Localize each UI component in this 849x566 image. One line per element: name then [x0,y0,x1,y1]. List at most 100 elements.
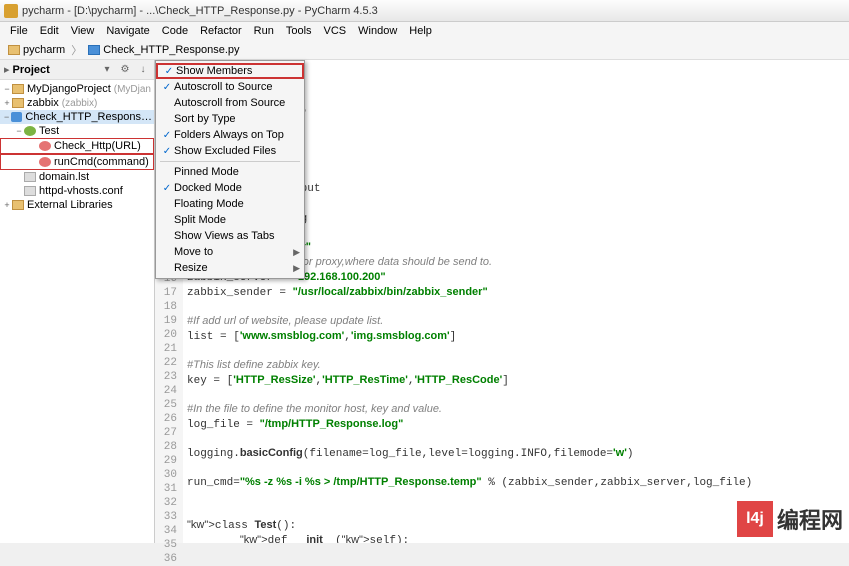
titlebar: pycharm - [D:\pycharm] - ...\Check_HTTP_… [0,0,849,22]
menu-file[interactable]: File [4,25,34,37]
tree-label: zabbix [27,97,59,109]
menubar: FileEditViewNavigateCodeRefactorRunTools… [0,22,849,40]
py-icon [11,112,22,122]
menu-label: Autoscroll from Source [174,97,300,109]
chevron-right-icon: 〉 [71,42,82,58]
tree-item[interactable]: −MyDjangoProject(MyDjan [0,82,154,96]
menu-item[interactable]: Split Mode [156,212,304,228]
menu-item[interactable]: Resize▶ [156,260,304,276]
tree-item[interactable]: httpd-vhosts.conf [0,184,154,198]
dropdown-icon[interactable]: ▾ [100,63,114,77]
file-icon [24,186,36,196]
tree-label: httpd-vhosts.conf [39,185,123,197]
menu-label: Autoscroll to Source [174,81,300,93]
expand-icon[interactable]: + [2,98,12,108]
menu-vcs[interactable]: VCS [318,25,353,37]
menu-item[interactable]: ✓Show Excluded Files [156,143,304,159]
tree-item[interactable]: − Check_HTTP_Response.py [0,110,154,124]
tree-label: Test [39,125,59,137]
breadcrumb: pycharm 〉 Check_HTTP_Response.py [0,40,849,60]
class-icon [24,126,36,136]
folder-icon [12,98,24,108]
window-title: pycharm - [D:\pycharm] - ...\Check_HTTP_… [22,5,845,17]
menu-label: Split Mode [174,214,300,226]
menu-label: Docked Mode [174,182,300,194]
main: ▸ Project ▾ ⚙ ↓ −MyDjangoProject(MyDjan+… [0,60,849,543]
tree-label: Check_HTTP_Response.py [25,111,152,123]
menu-label: Floating Mode [174,198,300,210]
check-icon: ✓ [160,146,174,157]
menu-edit[interactable]: Edit [34,25,65,37]
folder-icon [12,84,24,94]
watermark: l4j 编程网 [737,501,843,537]
menu-item[interactable]: Autoscroll from Source [156,95,304,111]
menu-label: Resize [174,262,293,274]
expand-icon[interactable]: − [2,112,11,122]
menu-run[interactable]: Run [248,25,280,37]
menu-help[interactable]: Help [403,25,438,37]
expand-icon[interactable]: − [2,84,12,94]
menu-item[interactable]: Pinned Mode [156,164,304,180]
menu-label: Folders Always on Top [174,129,300,141]
file-icon [88,45,100,55]
folder-icon [8,45,20,55]
project-sidebar: ▸ Project ▾ ⚙ ↓ −MyDjangoProject(MyDjan+… [0,60,155,543]
menu-label: Show Members [176,65,298,77]
gear-icon[interactable]: ⚙ [118,63,132,77]
menu-item[interactable]: ✓Folders Always on Top [156,127,304,143]
check-icon: ✓ [160,130,174,141]
tree-label: runCmd(command) [54,156,149,168]
minimize-icon[interactable]: ↓ [136,63,150,77]
menu-item[interactable]: ✓Autoscroll to Source [156,79,304,95]
check-icon: ✓ [160,183,174,194]
menu-item[interactable]: Floating Mode [156,196,304,212]
sidebar-header: ▸ Project ▾ ⚙ ↓ [0,60,154,80]
file-icon [24,172,36,182]
breadcrumb-item[interactable]: Check_HTTP_Response.py [84,44,243,56]
menu-item[interactable]: ✓Show Members [156,63,304,79]
tree-label: domain.lst [39,171,89,183]
menu-window[interactable]: Window [352,25,403,37]
watermark-text: 编程网 [777,503,843,535]
menu-code[interactable]: Code [156,25,194,37]
menu-item[interactable]: Move to▶ [156,244,304,260]
menu-label: Sort by Type [174,113,300,125]
menu-item[interactable]: ✓Docked Mode [156,180,304,196]
tree-item[interactable]: + External Libraries [0,198,154,212]
menu-label: Show Excluded Files [174,145,300,157]
tree-item[interactable]: Check_Http(URL) [0,138,154,154]
folder-icon [12,200,24,210]
method-icon [39,157,51,167]
tree-item[interactable]: − Test [0,124,154,138]
tree-item[interactable]: runCmd(command) [0,154,154,170]
collapse-icon[interactable]: ▸ [4,63,10,76]
menu-label: Move to [174,246,293,258]
check-icon: ✓ [160,82,174,93]
submenu-arrow-icon: ▶ [293,263,300,274]
watermark-icon: l4j [737,501,773,537]
settings-context-menu: ✓Show Members✓Autoscroll to SourceAutosc… [155,60,305,279]
menu-view[interactable]: View [65,25,101,37]
breadcrumb-label: Check_HTTP_Response.py [103,44,239,56]
menu-item[interactable]: Sort by Type [156,111,304,127]
menu-item[interactable]: Show Views as Tabs [156,228,304,244]
tree-dim: (MyDjan [114,84,151,95]
breadcrumb-item[interactable]: pycharm [4,44,69,56]
expand-icon[interactable]: + [2,200,12,210]
project-tree[interactable]: −MyDjangoProject(MyDjan+zabbix(zabbix)−C… [0,80,154,214]
submenu-arrow-icon: ▶ [293,247,300,258]
menu-navigate[interactable]: Navigate [100,25,155,37]
tree-item[interactable]: domain.lst [0,170,154,184]
tree-label: Check_Http(URL) [54,140,141,152]
sidebar-title: Project [13,64,100,76]
menu-refactor[interactable]: Refactor [194,25,248,37]
tree-item[interactable]: + zabbix(zabbix) [0,96,154,110]
expand-icon[interactable]: − [14,126,24,136]
menu-label: Pinned Mode [174,166,300,178]
check-icon: ✓ [162,66,176,77]
tree-dim: (zabbix) [62,98,98,109]
menu-separator [160,161,300,162]
menu-label: Show Views as Tabs [174,230,300,242]
menu-tools[interactable]: Tools [280,25,318,37]
tree-label: External Libraries [27,199,113,211]
